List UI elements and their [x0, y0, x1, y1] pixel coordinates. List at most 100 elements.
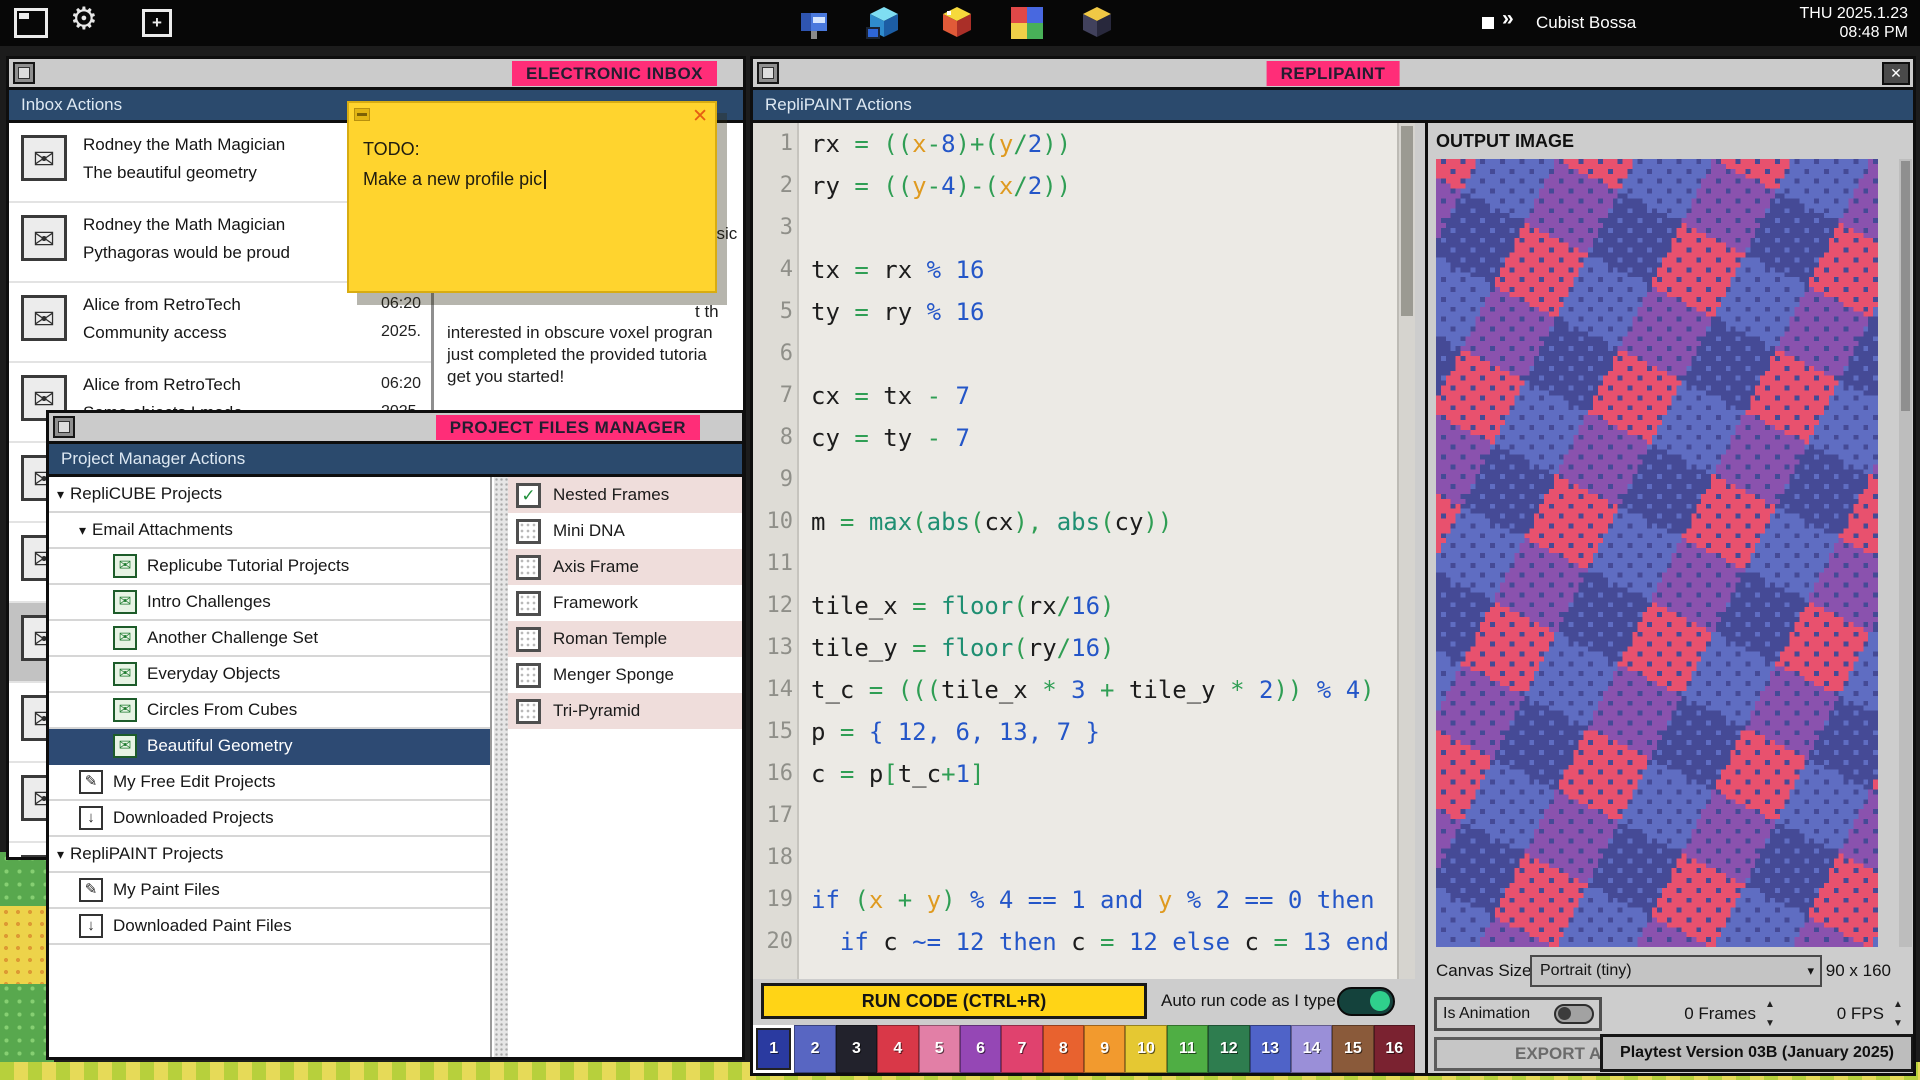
project-manager-menu-label[interactable]: Project Manager Actions — [61, 449, 245, 468]
palette-swatch[interactable]: 4 — [877, 1025, 918, 1073]
replipaint-menubar[interactable]: RepliPAINT Actions — [753, 90, 1913, 123]
tree-item[interactable]: ✉Another Challenge Set — [49, 621, 490, 657]
code-line[interactable]: 12tile_x = floor(rx/16) — [753, 585, 1415, 627]
palette-swatch[interactable]: 10 — [1125, 1025, 1166, 1073]
tree-item[interactable]: ✉Replicube Tutorial Projects — [49, 549, 490, 585]
file-item[interactable]: Axis Frame — [508, 549, 742, 585]
note-line2[interactable]: Make a new profile pic — [363, 169, 546, 190]
chevron-down-icon[interactable]: ▾ — [57, 486, 64, 503]
canvas-size-dropdown[interactable]: Portrait (tiny) ▾ — [1530, 955, 1822, 987]
code-line[interactable]: 9 — [753, 459, 1415, 501]
window-icon[interactable] — [14, 8, 48, 38]
palette-swatch[interactable]: 9 — [1084, 1025, 1125, 1073]
checkbox[interactable] — [516, 663, 541, 688]
inbox-titlebar[interactable]: ELECTRONIC INBOX — [9, 59, 743, 90]
palette-swatch[interactable]: 6 — [960, 1025, 1001, 1073]
tree-item[interactable]: ✎My Paint Files — [49, 873, 490, 909]
file-item[interactable]: Framework — [508, 585, 742, 621]
palette-swatch[interactable]: 13 — [1250, 1025, 1291, 1073]
run-code-button[interactable]: RUN CODE (CTRL+R) — [761, 983, 1147, 1019]
auto-run-toggle[interactable] — [1337, 987, 1395, 1016]
project-manager-menubar[interactable]: Project Manager Actions — [49, 444, 742, 477]
is-animation-toggle[interactable] — [1554, 1004, 1594, 1024]
code-line[interactable]: 13tile_y = floor(ry/16) — [753, 627, 1415, 669]
output-scrollbar-thumb[interactable] — [1901, 161, 1910, 411]
file-item[interactable]: Mini DNA — [508, 513, 742, 549]
tree-item[interactable]: ▾RepliPAINT Projects — [49, 837, 490, 873]
editor-scrollbar-thumb[interactable] — [1401, 126, 1413, 316]
code-line[interactable]: 14t_c = (((tile_x * 3 + tile_y * 2)) % 4… — [753, 669, 1415, 711]
checkbox[interactable] — [516, 519, 541, 544]
palette-swatch[interactable]: 3 — [836, 1025, 877, 1073]
code-line[interactable]: 5ty = ry % 16 — [753, 291, 1415, 333]
stop-icon[interactable] — [1482, 17, 1494, 29]
code-line[interactable]: 7cx = tx - 7 — [753, 375, 1415, 417]
skip-icon[interactable]: » — [1502, 7, 1514, 31]
tree-item[interactable]: ✉Everyday Objects — [49, 657, 490, 693]
code-line[interactable]: 18 — [753, 837, 1415, 879]
palette-swatch[interactable]: 1 — [753, 1025, 794, 1073]
project-tree-scrollbar[interactable] — [494, 477, 508, 1057]
code-line[interactable]: 1rx = ((x-8)+(y/2)) — [753, 123, 1415, 165]
frames-stepper[interactable]: ▲ ▼ — [1762, 999, 1778, 1029]
code-line[interactable]: 4tx = rx % 16 — [753, 249, 1415, 291]
gear-icon[interactable]: ⚙ — [70, 1, 98, 37]
tree-item[interactable]: ✉Circles From Cubes — [49, 693, 490, 729]
palette-swatch[interactable]: 7 — [1001, 1025, 1042, 1073]
code-line[interactable]: 6 — [753, 333, 1415, 375]
palette-swatch[interactable]: 15 — [1332, 1025, 1373, 1073]
note-close-icon[interactable]: ✕ — [692, 105, 708, 128]
stepper-down-icon[interactable]: ▼ — [1893, 1018, 1903, 1029]
output-scrollbar[interactable] — [1899, 159, 1912, 947]
code-line[interactable]: 17 — [753, 795, 1415, 837]
code-editor[interactable]: 1rx = ((x-8)+(y/2))2ry = ((y-4)-(x/2))34… — [753, 123, 1415, 979]
editor-scrollbar[interactable] — [1397, 123, 1415, 979]
palette-swatch[interactable]: 12 — [1208, 1025, 1249, 1073]
checkbox[interactable] — [516, 555, 541, 580]
palette-app-icon[interactable] — [1007, 3, 1047, 43]
tree-item[interactable]: ↓Downloaded Paint Files — [49, 909, 490, 945]
email-row[interactable]: ✉Alice from RetroTechCommunity access06:… — [9, 283, 431, 363]
file-item[interactable]: ✓Nested Frames — [508, 477, 742, 513]
code-line[interactable]: 3 — [753, 207, 1415, 249]
close-icon[interactable]: ✕ — [1882, 62, 1910, 85]
blocks-app-icon[interactable] — [937, 3, 977, 43]
palette-swatch[interactable]: 5 — [919, 1025, 960, 1073]
checkbox[interactable] — [516, 627, 541, 652]
code-line[interactable]: 11 — [753, 543, 1415, 585]
sticky-note[interactable]: ✕ TODO: Make a new profile pic — [347, 101, 717, 293]
checkbox[interactable]: ✓ — [516, 483, 541, 508]
code-line[interactable]: 15p = { 12, 6, 13, 7 } — [753, 711, 1415, 753]
chevron-down-icon[interactable]: ▾ — [79, 522, 86, 539]
code-line[interactable]: 19if (x + y) % 4 == 1 and y % 2 == 0 the… — [753, 879, 1415, 921]
tree-item[interactable]: ✎My Free Edit Projects — [49, 765, 490, 801]
stepper-up-icon[interactable]: ▲ — [1765, 999, 1775, 1010]
stepper-up-icon[interactable]: ▲ — [1893, 999, 1903, 1010]
tree-item[interactable]: ▾Email Attachments — [49, 513, 490, 549]
tree-item[interactable]: ✉Beautiful Geometry — [49, 729, 490, 765]
file-item[interactable]: Menger Sponge — [508, 657, 742, 693]
mailbox-app-icon[interactable] — [795, 3, 835, 43]
inbox-menu-label[interactable]: Inbox Actions — [21, 95, 122, 114]
palette-swatch[interactable]: 2 — [794, 1025, 835, 1073]
code-line[interactable]: 16c = p[t_c+1] — [753, 753, 1415, 795]
file-item[interactable]: Tri-Pyramid — [508, 693, 742, 729]
new-window-icon[interactable]: + — [142, 9, 172, 37]
tree-item[interactable]: ✉Intro Challenges — [49, 585, 490, 621]
tree-item[interactable]: ↓Downloaded Projects — [49, 801, 490, 837]
voxel-app-icon[interactable] — [1077, 3, 1117, 43]
code-line[interactable]: 8cy = ty - 7 — [753, 417, 1415, 459]
tree-item[interactable]: ▾RepliCUBE Projects — [49, 477, 490, 513]
palette-swatch[interactable]: 8 — [1043, 1025, 1084, 1073]
fps-stepper[interactable]: ▲ ▼ — [1890, 999, 1906, 1029]
replipaint-menu-label[interactable]: RepliPAINT Actions — [765, 95, 912, 114]
checkbox[interactable] — [516, 591, 541, 616]
palette-swatch[interactable]: 14 — [1291, 1025, 1332, 1073]
replicube-app-icon[interactable] — [864, 3, 904, 43]
file-item[interactable]: Roman Temple — [508, 621, 742, 657]
chevron-down-icon[interactable]: ▾ — [57, 846, 64, 863]
replipaint-titlebar[interactable]: REPLIPAINT ✕ — [753, 59, 1913, 90]
palette-swatch[interactable]: 11 — [1167, 1025, 1208, 1073]
stepper-down-icon[interactable]: ▼ — [1765, 1018, 1775, 1029]
code-line[interactable]: 20 if c ~= 12 then c = 12 else c = 13 en… — [753, 921, 1415, 963]
